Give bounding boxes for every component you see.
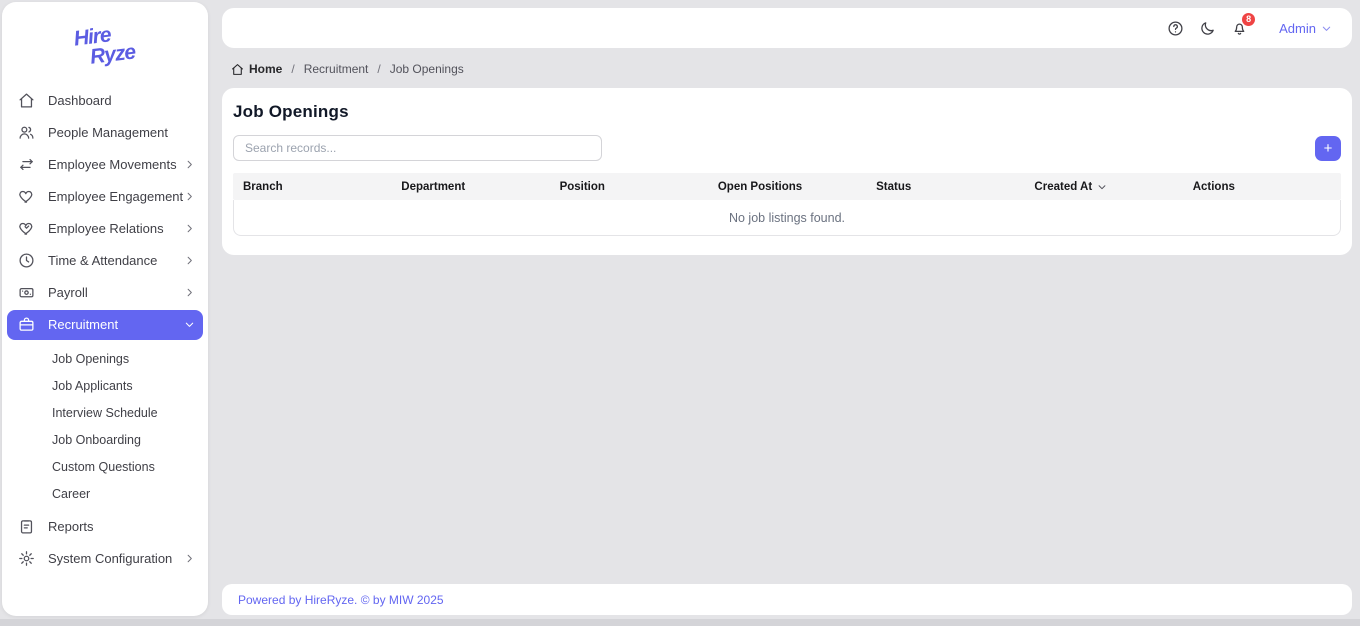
chevron-down-icon (1321, 23, 1332, 34)
page-title: Job Openings (233, 102, 1341, 122)
dark-mode-moon-icon[interactable] (1199, 20, 1216, 37)
submenu-item-label: Job Openings (52, 352, 129, 366)
column-header-open-positions: Open Positions (708, 181, 866, 193)
submenu-item-label: Job Onboarding (52, 433, 141, 447)
empty-state-message: No job listings found. (729, 211, 845, 225)
breadcrumb: Home / Recruitment / Job Openings (231, 61, 464, 77)
column-header-created-at[interactable]: Created At (1024, 181, 1182, 193)
sidebar-item-system-configuration[interactable]: System Configuration (7, 543, 203, 575)
transfer-arrows-icon (18, 156, 35, 173)
sidebar-item-employee-relations[interactable]: Employee Relations (7, 213, 203, 245)
table-empty-state: No job listings found. (233, 200, 1341, 236)
breadcrumb-home-link[interactable]: Home (231, 62, 282, 76)
breadcrumb-separator: / (377, 62, 380, 76)
column-header-label: Status (876, 181, 911, 193)
submenu-item-interview-schedule[interactable]: Interview Schedule (7, 400, 203, 427)
column-header-label: Open Positions (718, 181, 802, 193)
table-controls: + (233, 135, 1341, 161)
submenu-item-label: Career (52, 487, 90, 501)
submenu-item-label: Interview Schedule (52, 406, 158, 420)
notification-count-badge: 8 (1241, 12, 1256, 27)
notifications-bell-icon[interactable]: 8 (1231, 20, 1248, 37)
column-header-label: Branch (243, 181, 283, 193)
submenu-item-label: Custom Questions (52, 460, 155, 474)
users-icon (18, 124, 35, 141)
help-icon[interactable] (1167, 20, 1184, 37)
gear-icon (18, 550, 35, 567)
submenu-item-label: Job Applicants (52, 379, 133, 393)
column-header-branch: Branch (233, 181, 391, 193)
chevron-right-icon (184, 287, 195, 298)
add-job-opening-button[interactable]: + (1315, 136, 1341, 161)
logo-container: Hire Ryze (2, 2, 208, 81)
admin-label: Admin (1279, 21, 1316, 36)
chevron-down-icon (184, 319, 195, 330)
sidebar-item-people-management[interactable]: People Management (7, 117, 203, 149)
horizontal-scrollbar-track[interactable] (0, 619, 1360, 626)
sidebar-item-payroll[interactable]: Payroll (7, 277, 203, 309)
column-header-actions: Actions (1183, 181, 1341, 193)
column-header-status: Status (866, 181, 1024, 193)
sidebar-item-label: Reports (48, 519, 195, 534)
column-header-label: Position (560, 181, 605, 193)
sidebar-item-label: Employee Relations (48, 221, 184, 236)
submenu-item-job-openings[interactable]: Job Openings (7, 346, 203, 373)
chevron-right-icon (184, 159, 195, 170)
sidebar-item-time-attendance[interactable]: Time & Attendance (7, 245, 203, 277)
sidebar-item-label: Employee Engagement (48, 189, 184, 204)
sort-chevron-down-icon (1097, 182, 1107, 192)
sidebar-item-recruitment[interactable]: Recruitment (7, 310, 203, 340)
briefcase-icon (18, 316, 35, 333)
submenu-item-job-applicants[interactable]: Job Applicants (7, 373, 203, 400)
chevron-right-icon (184, 553, 195, 564)
recruitment-submenu: Job Openings Job Applicants Interview Sc… (7, 341, 203, 511)
column-header-position: Position (550, 181, 708, 193)
submenu-item-job-onboarding[interactable]: Job Onboarding (7, 427, 203, 454)
sidebar-item-label: System Configuration (48, 551, 184, 566)
footer-text: Powered by HireRyze. © by MIW 2025 (238, 593, 444, 607)
sidebar-item-employee-engagement[interactable]: Employee Engagement (7, 181, 203, 213)
banknote-icon (18, 284, 35, 301)
table-header-row: Branch Department Position Open Position… (233, 173, 1341, 200)
sidebar-item-label: Dashboard (48, 93, 195, 108)
submenu-item-custom-questions[interactable]: Custom Questions (7, 454, 203, 481)
column-header-label: Department (401, 181, 465, 193)
chevron-right-icon (184, 223, 195, 234)
sidebar-item-reports[interactable]: Reports (7, 511, 203, 543)
admin-menu[interactable]: Admin (1279, 21, 1332, 36)
search-input[interactable] (233, 135, 602, 161)
sidebar-item-label: Employee Movements (48, 157, 184, 172)
column-header-label: Actions (1193, 181, 1235, 193)
sidebar-item-label: Payroll (48, 285, 184, 300)
heart-icon (18, 188, 35, 205)
job-openings-card: Job Openings + Branch Department Positio… (222, 88, 1352, 255)
plus-icon: + (1324, 141, 1333, 156)
sidebar-nav: Dashboard People Management Employee Mov… (2, 81, 208, 575)
chevron-right-icon (184, 191, 195, 202)
sidebar-item-employee-movements[interactable]: Employee Movements (7, 149, 203, 181)
column-header-label: Created At (1034, 181, 1092, 193)
breadcrumb-separator: / (291, 62, 294, 76)
sidebar-item-label: Time & Attendance (48, 253, 184, 268)
breadcrumb-recruitment-link[interactable]: Recruitment (304, 62, 369, 76)
clock-icon (18, 252, 35, 269)
sidebar-item-dashboard[interactable]: Dashboard (7, 85, 203, 117)
hireryze-logo: Hire Ryze (73, 25, 136, 69)
home-icon (231, 63, 244, 76)
breadcrumb-home-label: Home (249, 62, 282, 76)
footer: Powered by HireRyze. © by MIW 2025 (222, 584, 1352, 615)
sidebar: Hire Ryze Dashboard People Management Em… (2, 2, 208, 616)
breadcrumb-current-page: Job Openings (390, 62, 464, 76)
logo-line-2: Ryze (90, 44, 137, 66)
sidebar-item-label: People Management (48, 125, 195, 140)
heart-handshake-icon (18, 220, 35, 237)
sidebar-item-label: Recruitment (48, 317, 184, 332)
column-header-department: Department (391, 181, 549, 193)
submenu-item-career[interactable]: Career (7, 481, 203, 508)
home-icon (18, 92, 35, 109)
top-bar: 8 Admin (222, 8, 1352, 48)
clipboard-report-icon (18, 518, 35, 535)
chevron-right-icon (184, 255, 195, 266)
